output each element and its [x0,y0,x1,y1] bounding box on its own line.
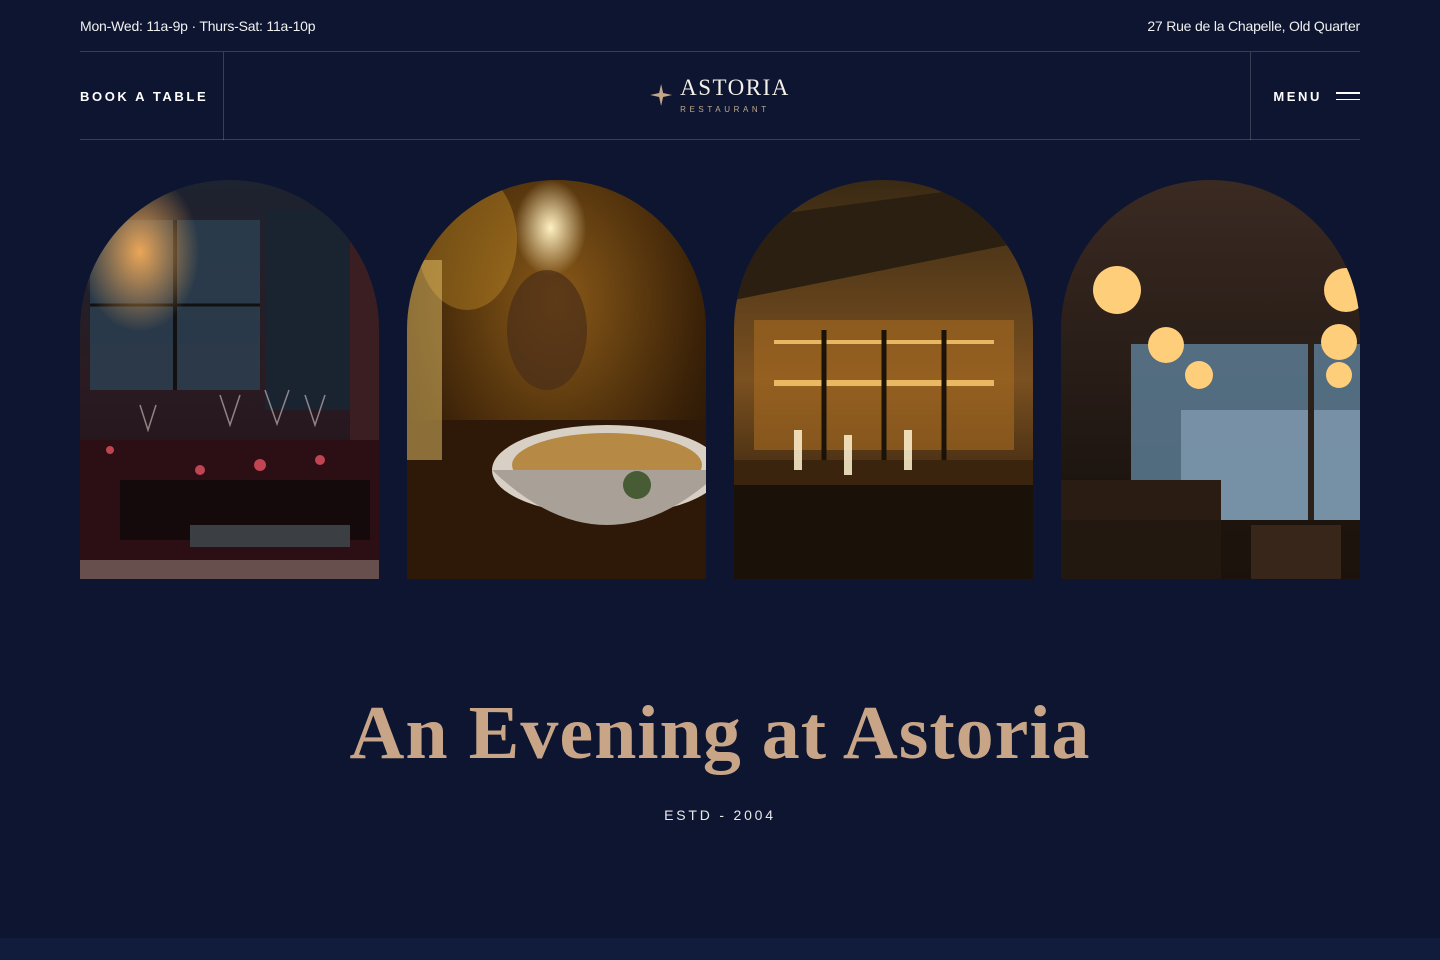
bar-counter-photo [734,180,1033,579]
hamburger-icon [1336,92,1360,100]
lantern-lounge-photo [1061,180,1360,579]
opening-hours: Mon-Wed: 11a-9p · Thurs-Sat: 11a-10p [80,17,316,34]
logo-text: ASTORIA RESTAURANT [680,76,790,114]
menu-button[interactable]: MENU [1250,52,1360,140]
established-date: ESTD - 2004 [664,807,776,823]
book-table-button[interactable]: BOOK A TABLE [80,52,224,140]
main-navbar: BOOK A TABLE ASTORIA RESTAURANT MENU [80,52,1360,140]
plated-dish-photo [407,180,706,579]
address: 27 Rue de la Chapelle, Old Quarter [1147,17,1360,34]
top-info-bar: Mon-Wed: 11a-9p · Thurs-Sat: 11a-10p 27 … [80,0,1360,52]
photo-gallery [80,180,1360,579]
logo[interactable]: ASTORIA RESTAURANT [650,76,790,114]
hero-title: An Evening at Astoria [349,691,1091,775]
dining-room-photo [80,180,379,579]
logo-name: ASTORIA [680,75,790,100]
next-section-edge [0,938,1440,960]
menu-label: MENU [1273,88,1322,104]
star-icon [650,84,673,106]
logo-subtitle: RESTAURANT [680,105,770,114]
